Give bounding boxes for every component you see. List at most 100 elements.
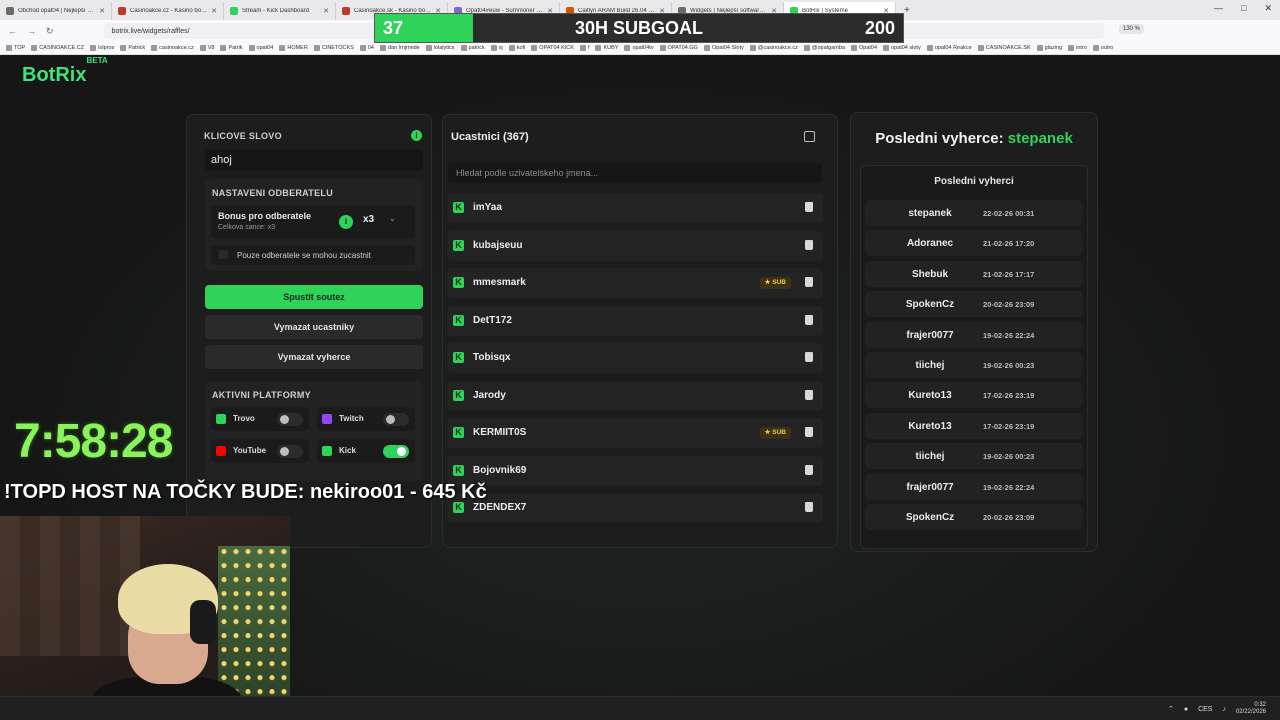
toggle-knob — [280, 415, 289, 424]
participant-name: Jarody — [473, 389, 506, 401]
bookmark-item[interactable]: lolpros — [90, 45, 114, 51]
participant-search-input[interactable]: Hledat podle uzivatelskeho jmena... — [448, 163, 822, 183]
winner-date: 19-02-26 22:24 — [983, 330, 1035, 340]
bookmark-item[interactable]: KUBY — [595, 45, 618, 51]
winner-name: Shebuk — [911, 268, 949, 280]
chevron-down-icon[interactable]: ⌄ — [389, 214, 396, 223]
bookmark-item[interactable]: OPAT04 KICK — [531, 45, 574, 51]
subs-only-checkbox[interactable] — [219, 250, 228, 259]
bookmark-item[interactable]: CINETOCKS — [313, 45, 354, 51]
bookmark-item[interactable]: intro — [1068, 45, 1087, 51]
mic-icon[interactable]: ● — [1184, 706, 1188, 713]
bookmark-item[interactable]: 04 — [359, 45, 374, 51]
trash-icon[interactable] — [805, 239, 813, 250]
reload-icon[interactable]: ↻ — [46, 26, 54, 37]
bookmark-icon — [703, 45, 710, 51]
platform-toggle[interactable] — [277, 445, 303, 458]
bookmark-item[interactable]: casinoakce.cz — [151, 45, 194, 51]
bookmark-icon — [248, 45, 255, 51]
start-raffle-button[interactable]: Spustit soutez — [205, 285, 423, 309]
bookmark-item[interactable]: Opat04 — [851, 45, 877, 51]
bookmark-item[interactable]: OPAT04.GG — [659, 45, 698, 51]
minimize-icon[interactable]: — — [1214, 3, 1223, 14]
platform-toggle[interactable] — [383, 413, 409, 426]
webcam-headset — [190, 600, 216, 644]
toggle-knob — [280, 447, 289, 456]
last-winner-name: stepanek — [1007, 130, 1073, 147]
bookmark-item[interactable]: CASINOAKCE.CZ — [31, 45, 84, 51]
bonus-info-icon[interactable]: i — [339, 215, 353, 229]
platform-toggle[interactable] — [383, 445, 409, 458]
bookmark-item[interactable]: opat04 sloty — [883, 45, 921, 51]
bookmark-item[interactable]: dan lrnjrmide — [379, 45, 420, 51]
platform-name: YouTube — [233, 446, 267, 455]
bookmark-item[interactable]: CASINOAKCE.SK — [977, 45, 1031, 51]
bookmark-item[interactable]: @opatgamba — [803, 45, 845, 51]
bookmark-item[interactable]: Opat04 Sloty — [703, 45, 744, 51]
trash-icon[interactable] — [805, 427, 813, 437]
trash-icon[interactable] — [805, 464, 813, 475]
bookmark-icon — [531, 45, 538, 51]
bookmark-item[interactable]: TOP — [6, 45, 25, 51]
clear-winners-button[interactable]: Vymazat vyherce — [205, 345, 423, 369]
copy-icon[interactable] — [804, 131, 815, 142]
bookmark-item[interactable]: HOMER — [279, 45, 308, 51]
trash-icon[interactable] — [805, 202, 813, 212]
kick-icon: K — [453, 389, 464, 401]
maximize-icon[interactable]: □ — [1241, 3, 1246, 14]
bookmark-item[interactable]: @casinoakce.cz — [749, 45, 798, 51]
multiplier-select[interactable]: x3 — [363, 214, 374, 225]
language-indicator[interactable]: CES — [1198, 706, 1212, 713]
browser-tab[interactable]: Casinoakce.cz - Kasino bonusy ✕ — [112, 2, 224, 20]
bookmark-label: outro — [1100, 45, 1114, 51]
browser-tab[interactable]: Stream - Kick Dashboard ✕ — [224, 2, 336, 20]
stream-timer: 7:58:28 — [14, 415, 173, 468]
bookmark-item[interactable]: opat04tv — [624, 45, 654, 51]
clock-date: 02/22/2026 — [1235, 709, 1266, 715]
forward-icon[interactable]: → — [27, 26, 36, 36]
tab-close-icon[interactable]: ✕ — [323, 7, 329, 15]
keyword-input[interactable]: ahoj — [205, 149, 423, 171]
bookmark-item[interactable]: kofi — [508, 45, 525, 51]
back-icon[interactable]: ← — [8, 26, 17, 36]
botrix-logo[interactable]: BotRixBETA — [22, 56, 108, 87]
browser-tab[interactable]: Obchod opat04 | Nejlepší softw ✕ — [0, 2, 112, 20]
new-tab-button[interactable]: + — [904, 5, 910, 16]
subs-only-row[interactable]: Pouze odberatele se mohou zucastnit — [211, 245, 415, 265]
tab-close-icon[interactable]: ✕ — [99, 7, 105, 15]
bookmark-item[interactable]: opat04 — [248, 45, 273, 51]
zoom-level[interactable]: 130 % — [1118, 24, 1144, 34]
info-icon[interactable]: i — [411, 130, 422, 141]
volume-icon[interactable]: ♪ — [1222, 706, 1226, 713]
trash-icon[interactable] — [805, 352, 813, 362]
tab-favicon-icon — [118, 7, 126, 15]
kick-icon: K — [453, 202, 464, 213]
bookmark-item[interactable]: lolalytics — [425, 45, 455, 51]
bookmark-item[interactable]: opat04 Reakce — [926, 45, 972, 51]
platform-toggle[interactable] — [277, 413, 303, 426]
tab-close-icon[interactable]: ✕ — [211, 7, 217, 15]
bookmark-item[interactable]: glazing — [1036, 45, 1062, 51]
bookmark-label: HOMER — [287, 45, 308, 51]
bookmark-icon — [883, 45, 890, 51]
bookmark-item[interactable]: f — [579, 45, 589, 51]
trash-icon[interactable] — [805, 277, 813, 287]
chevron-up-icon[interactable]: ⌃ — [1168, 705, 1174, 713]
bookmark-item[interactable]: patrick — [460, 45, 485, 51]
clear-participants-button[interactable]: Vymazat ucastniky — [205, 315, 423, 339]
bonus-title: Bonus pro odberatele — [218, 211, 312, 221]
trash-icon[interactable] — [805, 389, 813, 400]
bookmark-item[interactable]: Patrick — [120, 45, 145, 51]
clock[interactable]: 0:32 02/22/2026 — [1236, 702, 1266, 716]
bookmark-item[interactable]: Patrik — [220, 45, 243, 51]
trash-icon[interactable] — [805, 502, 813, 512]
close-icon[interactable]: ✕ — [1264, 3, 1272, 14]
bookmark-item[interactable]: sj — [490, 45, 503, 51]
bookmark-label: @opatgamba — [811, 45, 845, 51]
tab-title: Casinoakce.cz - Kasino bonusy — [130, 8, 208, 14]
trovo-icon — [216, 414, 226, 424]
bookmark-item[interactable]: V8 — [199, 45, 214, 51]
trash-icon[interactable] — [805, 314, 813, 325]
bookmark-item[interactable]: outro — [1092, 45, 1114, 51]
bookmark-icon — [490, 45, 497, 51]
